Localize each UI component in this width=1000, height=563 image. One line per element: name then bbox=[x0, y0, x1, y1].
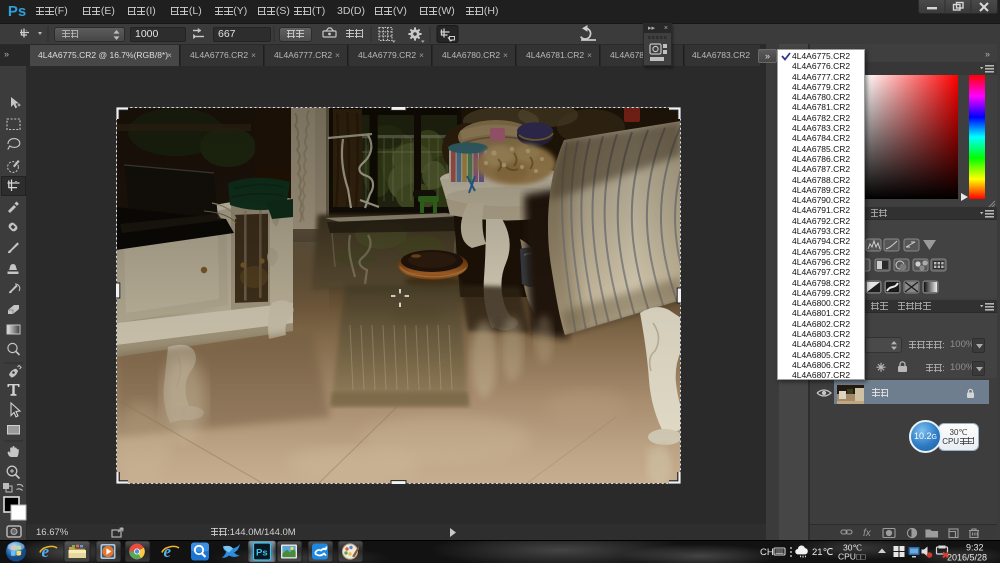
svg-text:Ps: Ps bbox=[256, 547, 268, 558]
svg-text:fx: fx bbox=[863, 528, 872, 539]
svg-text:9:32: 9:32 bbox=[966, 543, 984, 553]
svg-text:2016/5/28: 2016/5/28 bbox=[947, 553, 987, 563]
svg-text:CPU□□: CPU□□ bbox=[838, 552, 866, 562]
svg-text:CH: CH bbox=[760, 547, 774, 558]
svg-text:e: e bbox=[42, 542, 50, 561]
svg-text:e: e bbox=[164, 542, 172, 561]
svg-text:21℃: 21℃ bbox=[812, 547, 834, 558]
